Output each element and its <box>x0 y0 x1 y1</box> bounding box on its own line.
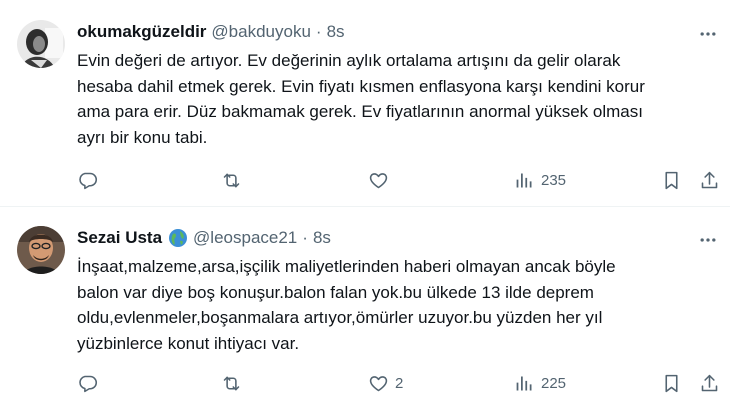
tweet[interactable]: okumakgüzeldir @bakduyoku · 8s Evin değe… <box>0 0 730 207</box>
avatar[interactable] <box>17 20 65 68</box>
like-count: 2 <box>395 374 404 392</box>
reply-icon <box>79 375 98 392</box>
tweet-text-line: ama para erir. Düz bakmamak gerek. Ev fi… <box>77 102 643 121</box>
user-handle[interactable]: @bakduyoku <box>211 22 311 42</box>
like-button[interactable] <box>368 167 395 193</box>
tweet-header: Sezai Usta @leospace21 · 8s <box>77 227 331 249</box>
heart-icon <box>369 172 388 188</box>
views-icon <box>516 376 532 390</box>
view-count: 235 <box>541 171 567 189</box>
bookmark-icon <box>665 171 678 189</box>
retweet-button[interactable] <box>221 370 242 396</box>
reply-icon <box>79 172 98 189</box>
retweet-icon <box>223 173 240 187</box>
reply-button[interactable] <box>77 167 98 193</box>
bookmark-icon <box>665 374 678 392</box>
avatar[interactable] <box>17 226 65 274</box>
tweet-text-line: hesaba dahil etmek gerek. Evin fiyatı kı… <box>77 76 645 96</box>
tweet-header: okumakgüzeldir @bakduyoku · 8s <box>77 21 345 43</box>
timestamp[interactable]: 8s <box>327 22 345 42</box>
action-bar: 235 <box>77 167 725 193</box>
tweet-text-line: Evin değeri de artıyor. Ev değerinin ayl… <box>77 51 621 70</box>
more-horizontal-icon <box>700 238 716 242</box>
tweet-text: İnşaat,malzeme,arsa,işçilik maliyetlerin… <box>77 254 722 356</box>
separator-dot: · <box>315 22 322 41</box>
globe-emoji-icon <box>168 228 188 248</box>
more-options-button[interactable] <box>696 22 720 46</box>
share-button[interactable] <box>699 167 720 193</box>
tweet[interactable]: Sezai Usta @leospace21 · 8s İnşaat,malze… <box>0 207 730 420</box>
timestamp[interactable]: 8s <box>313 228 331 248</box>
like-button[interactable]: 2 <box>368 370 403 396</box>
share-icon <box>701 171 718 188</box>
tweet-text-line: yüzbinlerce konut ihtiyacı var. <box>77 333 300 353</box>
heart-icon <box>369 375 388 391</box>
more-options-button[interactable] <box>696 228 720 252</box>
tweet-text-line: İnşaat,malzeme,arsa,işçilik maliyetlerin… <box>77 257 616 276</box>
bookmark-button[interactable] <box>661 167 682 193</box>
tweet-text: Evin değeri de artıyor. Ev değerinin ayl… <box>77 48 722 150</box>
retweet-icon <box>223 376 240 390</box>
bookmark-button[interactable] <box>661 370 682 396</box>
display-name[interactable]: okumakgüzeldir <box>77 22 206 42</box>
retweet-button[interactable] <box>221 167 242 193</box>
views-button[interactable]: 235 <box>514 167 566 193</box>
views-button[interactable]: 225 <box>514 370 566 396</box>
separator-dot: · <box>302 228 308 247</box>
view-count: 225 <box>541 374 567 392</box>
tweet-text-line: balon var diye boş konuşur.balon falan y… <box>77 282 594 302</box>
display-name[interactable]: Sezai Usta <box>77 228 162 248</box>
share-icon <box>701 374 718 391</box>
more-horizontal-icon <box>700 32 716 36</box>
tweet-text-line: ayrı bir konu tabi. <box>77 127 208 147</box>
action-bar: 2 225 <box>77 370 725 396</box>
user-handle[interactable]: @leospace21 <box>193 228 297 248</box>
reply-button[interactable] <box>77 370 98 396</box>
views-icon <box>516 173 532 187</box>
tweet-text-line: oldu,evlenmeler,boşanmalara artıyor,ömür… <box>77 308 603 327</box>
share-button[interactable] <box>699 370 720 396</box>
